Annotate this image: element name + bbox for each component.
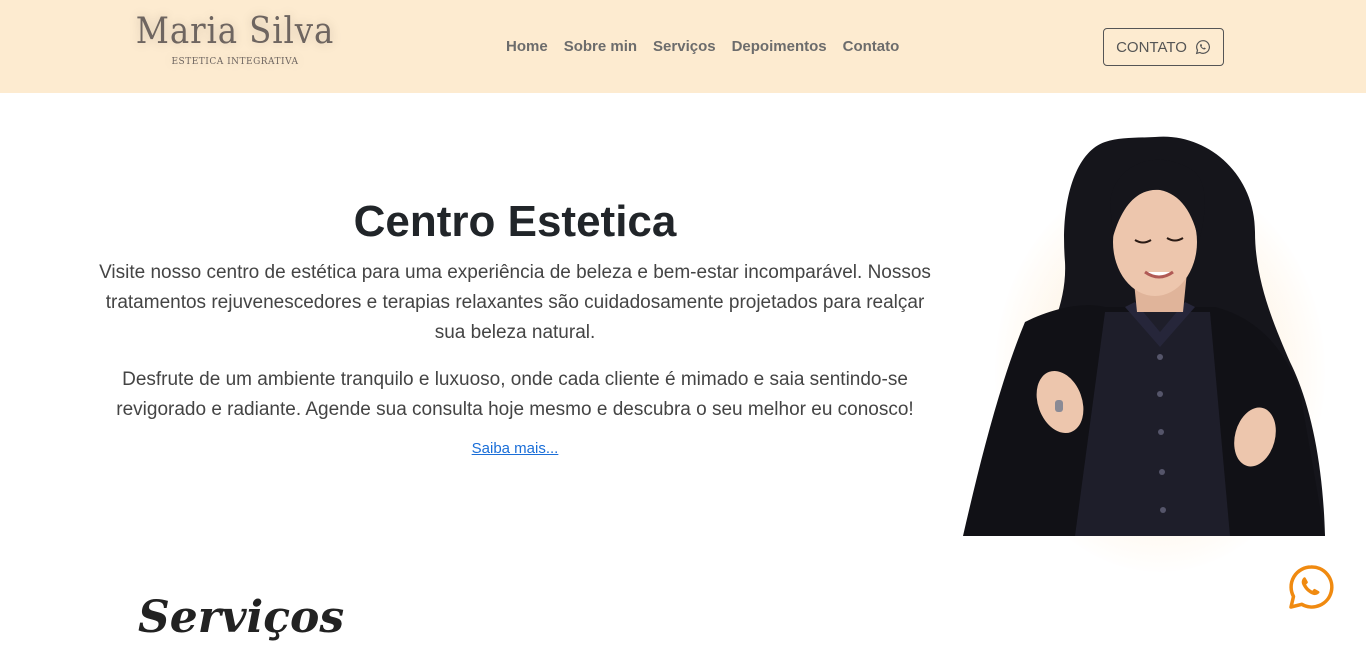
site-header: Maria Silva ESTETICA INTEGRATIVA Home So… xyxy=(0,0,1366,93)
nav-item-contato[interactable]: Contato xyxy=(843,36,900,57)
hero-title: Centro Estetica xyxy=(353,197,677,246)
services-title: Serviços xyxy=(138,592,345,643)
hero-paragraph-1: Visite nosso centro de estética para uma… xyxy=(99,262,931,343)
nav-item-depoimentos[interactable]: Depoimentos xyxy=(732,36,827,57)
hero-link-container: Saiba mais... xyxy=(90,440,940,457)
nav-item-servicos[interactable]: Serviços xyxy=(653,36,716,57)
logo-name: Maria Silva xyxy=(135,11,335,52)
nav-item-sobre-min[interactable]: Sobre min xyxy=(564,36,637,57)
contact-button-label: CONTATO xyxy=(1116,38,1187,56)
main-nav: Home Sobre min Serviços Depoimentos Cont… xyxy=(506,36,899,57)
whatsapp-float-button[interactable] xyxy=(1287,563,1335,611)
hero-portrait xyxy=(955,132,1330,572)
whatsapp-float-icon xyxy=(1289,565,1334,609)
contact-button[interactable]: CONTATO xyxy=(1103,28,1224,66)
hero-paragraph-2: Desfrute de um ambiente tranquilo e luxu… xyxy=(116,369,914,420)
logo-tagline: ESTETICA INTEGRATIVA xyxy=(171,57,299,67)
whatsapp-icon xyxy=(1195,39,1211,55)
portrait-image xyxy=(963,136,1325,536)
logo[interactable]: Maria Silva ESTETICA INTEGRATIVA xyxy=(120,6,350,76)
saiba-mais-link[interactable]: Saiba mais... xyxy=(472,440,559,457)
nav-item-home[interactable]: Home xyxy=(506,36,548,57)
